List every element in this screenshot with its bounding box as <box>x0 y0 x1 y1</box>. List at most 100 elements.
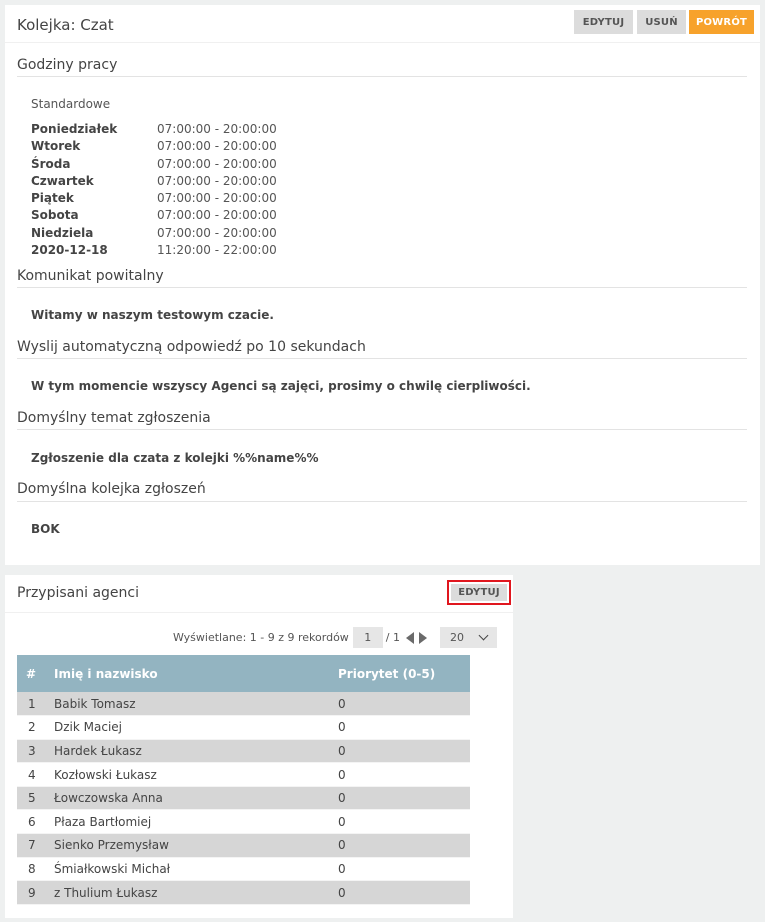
agent-name: Hardek Łukasz <box>54 743 142 758</box>
agent-name: Babik Tomasz <box>54 696 136 711</box>
table-header-row: # Imię i nazwisko Priorytet (0-5) <box>17 655 470 692</box>
header-divider <box>5 612 513 613</box>
hours-day: Piątek <box>31 191 74 206</box>
agent-name: z Thulium Łukasz <box>54 885 158 900</box>
row-number: 5 <box>28 791 36 806</box>
working-hours-list: Poniedziałek 07:00:00 - 20:00:00 Wtorek 07:… <box>31 122 277 260</box>
row-number: 3 <box>28 743 36 758</box>
table-row[interactable]: 1 Babik Tomasz 0 <box>17 692 470 716</box>
agents-table: # Imię i nazwisko Priorytet (0-5) 1 Babik… <box>17 655 470 905</box>
auto-reply-value: W tym momencie wszyscy Agenci są zajęci,… <box>31 379 531 393</box>
table-row[interactable]: 5 Łowczowska Anna 0 <box>17 786 470 810</box>
table-row[interactable]: 7 Sienko Przemysław 0 <box>17 833 470 858</box>
hours-time: 07:00:00 - 20:00:00 <box>157 208 277 223</box>
section-divider <box>17 429 747 430</box>
row-number: 7 <box>28 838 36 853</box>
hours-row: Czwartek 07:00:00 - 20:00:00 <box>31 174 277 191</box>
per-page-value: 20 <box>450 631 464 644</box>
hours-day: Niedziela <box>31 225 94 240</box>
agent-priority: 0 <box>338 885 346 900</box>
hours-time: 07:00:00 - 20:00:00 <box>157 139 277 154</box>
hours-row: Sobota 07:00:00 - 20:00:00 <box>31 208 277 225</box>
agent-priority: 0 <box>338 791 346 806</box>
table-row[interactable]: 3 Hardek Łukasz 0 <box>17 739 470 763</box>
working-hours-subtitle: Standardowe <box>31 97 111 111</box>
hours-row: Środa 07:00:00 - 20:00:00 <box>31 157 277 174</box>
next-page-icon[interactable] <box>419 631 427 644</box>
hours-time: 07:00:00 - 20:00:00 <box>157 122 277 136</box>
pagination: Wyświetlane: 1 - 9 z 9 rekordów 1 / 1 20 <box>173 627 497 648</box>
edit-agents-button[interactable]: EDYTUJ <box>451 584 507 601</box>
hours-day: Wtorek <box>31 139 81 154</box>
back-button[interactable]: POWRÓT <box>689 10 754 34</box>
welcome-message-value: Witamy w naszym testowym czacie. <box>31 308 274 322</box>
hours-row: Poniedziałek 07:00:00 - 20:00:00 <box>31 122 277 139</box>
agent-name: Dzik Maciej <box>54 720 122 735</box>
table-row[interactable]: 6 Płaza Bartłomiej 0 <box>17 809 470 834</box>
assigned-agents-panel: Przypisani agenci EDYTUJ Wyświetlane: 1 … <box>5 575 513 918</box>
agent-priority: 0 <box>338 767 346 782</box>
hours-row: Niedziela 07:00:00 - 20:00:00 <box>31 226 277 243</box>
welcome-message-title: Komunikat powitalny <box>17 268 164 284</box>
agent-name: Śmiałkowski Michał <box>54 861 171 876</box>
hours-day: Środa <box>31 156 71 171</box>
row-number: 1 <box>28 696 36 711</box>
per-page-select[interactable]: 20 <box>440 627 497 648</box>
queue-details-panel: Kolejka: Czat EDYTUJ USUŃ POWRÓT Godziny… <box>5 5 760 565</box>
row-number: 6 <box>28 814 36 829</box>
page-title: Kolejka: Czat <box>17 16 114 34</box>
chevron-down-icon <box>478 630 489 641</box>
default-queue-title: Domyślna kolejka zgłoszeń <box>17 481 206 497</box>
table-row[interactable]: 9 z Thulium Łukasz 0 <box>17 880 470 905</box>
row-number: 8 <box>28 861 36 876</box>
section-divider <box>17 287 747 288</box>
hours-row: Piątek 07:00:00 - 20:00:00 <box>31 191 277 208</box>
hours-row: Wtorek 07:00:00 - 20:00:00 <box>31 139 277 156</box>
section-divider <box>17 501 747 502</box>
page-number-input[interactable]: 1 <box>352 627 383 648</box>
agent-name: Sienko Przemysław <box>54 838 169 853</box>
hours-time: 07:00:00 - 20:00:00 <box>157 225 277 240</box>
hours-day: Sobota <box>31 208 79 223</box>
prev-page-icon[interactable] <box>406 631 414 644</box>
hours-time: 11:20:00 - 22:00:00 <box>157 243 277 258</box>
header-divider <box>5 42 760 43</box>
hours-day: Czwartek <box>31 173 94 188</box>
agent-priority: 0 <box>338 814 346 829</box>
row-number: 4 <box>28 767 36 782</box>
agent-priority: 0 <box>338 720 346 735</box>
agent-priority: 0 <box>338 838 346 853</box>
working-hours-title: Godziny pracy <box>17 57 118 73</box>
column-header-name[interactable]: Imię i nazwisko <box>54 655 338 692</box>
edit-button[interactable]: EDYTUJ <box>574 10 633 34</box>
row-number: 2 <box>28 720 36 735</box>
auto-reply-title: Wyslij automatyczną odpowiedź po 10 seku… <box>17 339 366 355</box>
default-subject-title: Domyślny temat zgłoszenia <box>17 410 211 426</box>
section-divider <box>17 358 747 359</box>
pagination-info: Wyświetlane: 1 - 9 z 9 rekordów <box>172 631 349 644</box>
hours-time: 07:00:00 - 20:00:00 <box>157 191 277 206</box>
agent-priority: 0 <box>338 696 346 711</box>
hours-day: 2020-12-18 <box>31 243 108 258</box>
delete-button[interactable]: USUŃ <box>637 10 686 34</box>
agent-name: Łowczowska Anna <box>54 791 163 806</box>
hours-day: Poniedziałek <box>31 122 118 136</box>
section-divider <box>17 76 747 77</box>
default-subject-value: Zgłoszenie dla czata z kolejki %%name%% <box>31 451 319 465</box>
table-row[interactable]: 2 Dzik Maciej 0 <box>17 715 470 740</box>
page-total: / 1 <box>385 631 400 644</box>
default-queue-value: BOK <box>31 522 60 536</box>
agents-panel-title: Przypisani agenci <box>17 585 139 601</box>
agent-name: Płaza Bartłomiej <box>54 814 152 829</box>
agent-name: Kozłowski Łukasz <box>54 767 157 782</box>
column-header-number: # <box>26 666 37 681</box>
agent-priority: 0 <box>338 861 346 876</box>
agent-priority: 0 <box>338 743 346 758</box>
table-row[interactable]: 8 Śmiałkowski Michał 0 <box>17 857 470 881</box>
row-number: 9 <box>28 885 36 900</box>
hours-time: 07:00:00 - 20:00:00 <box>157 156 277 171</box>
hours-time: 07:00:00 - 20:00:00 <box>157 173 277 188</box>
highlight-box: EDYTUJ <box>447 580 511 605</box>
column-header-priority[interactable]: Priorytet (0-5) <box>338 655 470 692</box>
table-row[interactable]: 4 Kozłowski Łukasz 0 <box>17 762 470 787</box>
